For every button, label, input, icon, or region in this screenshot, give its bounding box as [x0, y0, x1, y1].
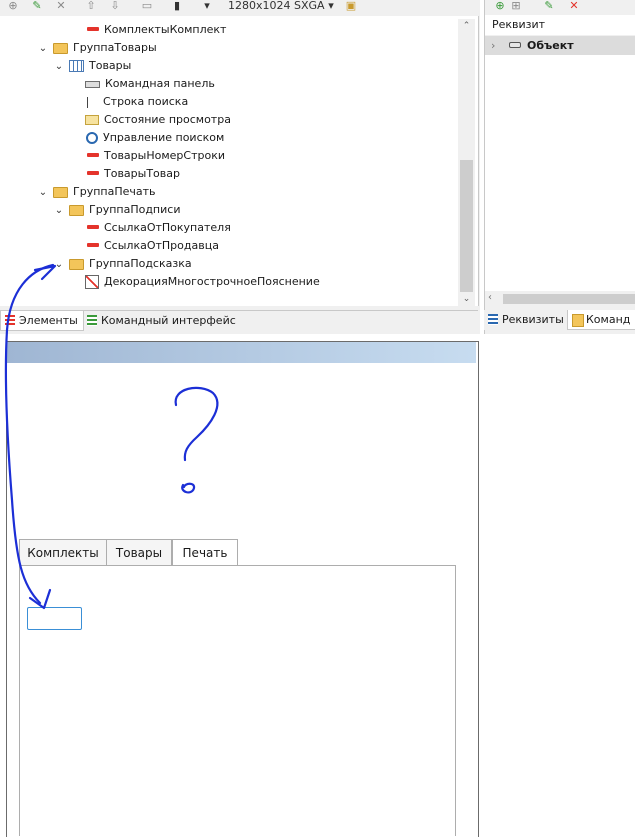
tree-item-label: Управление поиском	[103, 131, 225, 144]
move-up-icon[interactable]: ⇧	[84, 0, 98, 12]
tab-elements[interactable]: Элементы	[0, 311, 84, 331]
folder-icon	[69, 258, 84, 270]
tab-commands[interactable]: Команд	[567, 310, 635, 330]
tree-item-label: ГруппаПодсказка	[89, 257, 192, 270]
tree-item-label: СсылкаОтПокупателя	[104, 221, 231, 234]
attribute-icon	[87, 171, 99, 175]
tree-item-label: ДекорацияМногострочноеПояснение	[104, 275, 320, 288]
chevron-down-icon[interactable]: ⌄	[53, 58, 65, 76]
tab-command-interface[interactable]: Командный интерфейс	[83, 311, 240, 330]
tree-item[interactable]: ⌄ Товары	[53, 57, 131, 75]
tab-label: Элементы	[19, 314, 78, 327]
hint-group-placeholder[interactable]	[27, 607, 82, 630]
tab-komplekty[interactable]: Комплекты	[19, 539, 107, 565]
chevron-up-icon[interactable]: ⌃	[458, 19, 475, 33]
chevron-down-icon[interactable]: ⌄	[37, 40, 49, 58]
tree-item-label: ТоварыНомерСтроки	[104, 149, 225, 162]
tree-item-label: Строка поиска	[103, 95, 189, 108]
object-icon	[509, 42, 521, 48]
command-bar-icon	[85, 80, 100, 88]
tree-item[interactable]: Состояние просмотра	[85, 111, 231, 129]
tab-attributes[interactable]: Реквизиты	[484, 310, 568, 329]
search-string-icon	[87, 96, 98, 108]
edit-icon[interactable]: ✎	[30, 0, 44, 12]
chevron-right-icon[interactable]: ›	[491, 36, 505, 55]
tree-item-label: ГруппаПодписи	[89, 203, 181, 216]
tab-tovary[interactable]: Товары	[106, 539, 172, 565]
edit-icon[interactable]: ✎	[542, 0, 556, 12]
tree-item[interactable]: ТоварыТовар	[87, 165, 180, 183]
resolution-select[interactable]: 1280x1024 SXGA	[228, 0, 325, 12]
tree-item-label: ГруппаПечать	[73, 185, 156, 198]
magnifier-icon	[86, 132, 98, 144]
move-down-icon[interactable]: ⇩	[108, 0, 122, 12]
elements-toolbar: ⊕ ✎ ✕ ⇧ ⇩ ▭ ▮ ▾ 1280x1024 SXGA ▾ ▣	[0, 0, 480, 16]
tab-pechat[interactable]: Печать	[172, 539, 238, 566]
delete-icon[interactable]: ✕	[567, 0, 581, 12]
scrollbar-thumb[interactable]	[460, 160, 473, 292]
tree-item-label: СсылкаОтПродавца	[104, 239, 219, 252]
view-status-icon	[85, 115, 99, 125]
tree-item[interactable]: ТоварыНомерСтроки	[87, 147, 225, 165]
scrollbar-thumb[interactable]	[503, 294, 635, 304]
tree-item[interactable]: ⌄ ГруппаТовары	[37, 39, 157, 57]
attribute-column-header: Реквизит	[485, 15, 635, 35]
resolution-dropdown-icon[interactable]: ▾	[324, 0, 338, 12]
chevron-down-icon[interactable]: ⌄	[53, 202, 65, 220]
elements-panel-tabs: Элементы Командный интерфейс	[0, 310, 478, 331]
tab-label: Командный интерфейс	[101, 314, 236, 327]
chevron-down-icon[interactable]: ⌄	[37, 184, 49, 202]
tree-item-label: КомплектыКомплект	[104, 23, 227, 36]
window-size-icon[interactable]: ▣	[344, 0, 358, 12]
chevron-left-icon[interactable]: ‹	[488, 292, 492, 303]
form-view-icon[interactable]: ▭	[140, 0, 154, 12]
tree-item-label: ГруппаТовары	[73, 41, 157, 54]
add-icon[interactable]: ⊕	[493, 0, 507, 12]
tree-item[interactable]: Строка поиска	[87, 93, 188, 111]
command-interface-icon	[87, 315, 97, 326]
print-tab-page	[19, 565, 456, 836]
tree-item[interactable]: ДекорацияМногострочноеПояснение	[85, 273, 320, 291]
tab-label: Реквизиты	[502, 313, 564, 326]
elements-icon	[5, 315, 15, 326]
attributes-icon	[488, 314, 498, 325]
tree-item-label: Товары	[89, 59, 132, 72]
folder-icon	[53, 186, 68, 198]
table-row[interactable]: › Объект	[485, 36, 635, 55]
attribute-icon	[87, 27, 99, 31]
folder-icon	[69, 204, 84, 216]
attributes-panel-tabs: Реквизиты Команд	[484, 310, 635, 330]
add-column-icon[interactable]: ⊞	[509, 0, 523, 12]
attribute-icon	[87, 243, 99, 247]
attribute-icon	[87, 225, 99, 229]
tree-item-label: Состояние просмотра	[104, 113, 231, 126]
layout-icon[interactable]: ▮	[170, 0, 184, 12]
add-icon[interactable]: ⊕	[6, 0, 20, 12]
tree-item[interactable]: ⌄ ГруппаПечать	[37, 183, 156, 201]
tree-item[interactable]: Командная панель	[85, 75, 215, 93]
delete-icon[interactable]: ✕	[54, 0, 68, 12]
tree-item[interactable]: ⌄ ГруппаПодсказка	[53, 255, 192, 273]
elements-tree: КомплектыКомплект ⌄ ГруппаТовары ⌄ Товары …	[0, 16, 479, 306]
tree-item[interactable]: ⌄ ГруппаПодписи	[53, 201, 181, 220]
attributes-horizontal-scrollbar[interactable]: ‹	[485, 291, 635, 307]
tree-item[interactable]: Управление поиском	[86, 129, 224, 147]
tree-item[interactable]: СсылкаОтПокупателя	[87, 219, 231, 237]
chevron-down-icon[interactable]: ▾	[200, 0, 214, 12]
tree-item[interactable]: КомплектыКомплект	[87, 21, 226, 39]
tree-item-label: Командная панель	[105, 77, 215, 90]
tree-item-label: ТоварыТовар	[104, 167, 180, 180]
attribute-icon	[87, 153, 99, 157]
form-title-bar	[7, 342, 476, 363]
table-icon	[69, 60, 84, 72]
folder-icon	[53, 42, 68, 54]
commands-icon	[572, 314, 584, 327]
attributes-list	[485, 55, 635, 291]
chevron-down-icon[interactable]: ⌄	[53, 256, 65, 274]
tree-item[interactable]: СсылкаОтПродавца	[87, 237, 219, 255]
tab-label: Команд	[586, 313, 631, 326]
attribute-name: Объект	[527, 39, 574, 52]
decoration-icon	[85, 275, 99, 289]
chevron-down-icon[interactable]: ⌄	[458, 292, 475, 306]
